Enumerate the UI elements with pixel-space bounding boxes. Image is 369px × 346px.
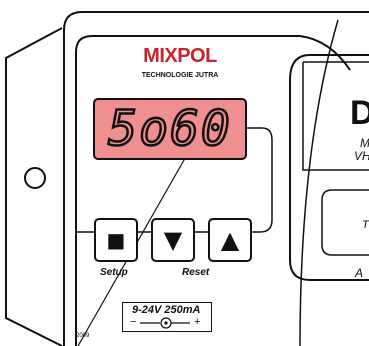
power-spec: 9-24V 250mA	[132, 304, 201, 316]
year-label: 2009	[76, 333, 90, 339]
arrow-down-icon: ▼	[163, 226, 183, 254]
brand-logo: MIXPOL	[143, 45, 217, 67]
polarity-plus: +	[194, 316, 201, 328]
polarity-minus: −	[130, 316, 137, 328]
arrow-up-icon: ▲	[220, 226, 240, 254]
down-button[interactable]: ▼	[151, 218, 195, 262]
right-panel-text-d: A	[355, 266, 364, 280]
setup-button[interactable]: ■	[94, 218, 138, 262]
right-panel-text-c: T	[362, 219, 369, 231]
right-panel-letter: D	[350, 94, 369, 132]
display-value: 5o60	[107, 101, 232, 157]
setup-label: Setup	[100, 267, 128, 278]
right-panel-text-a: Mik	[360, 136, 369, 150]
seven-segment-display: 5o60	[93, 98, 247, 160]
up-button[interactable]: ▲	[208, 218, 252, 262]
right-panel-text-b: VHF	[354, 149, 369, 163]
brand-tagline: TECHNOLOGIE JUTRA	[141, 72, 219, 79]
reset-label: Reset	[182, 267, 210, 278]
stop-square-icon: ■	[106, 228, 126, 252]
